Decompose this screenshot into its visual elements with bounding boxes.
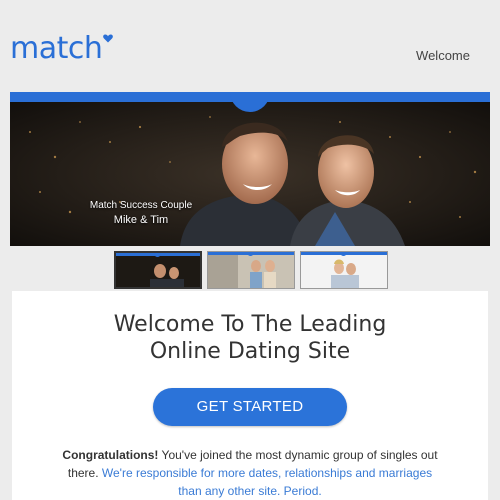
welcome-card: Welcome To The Leading Online Dating Sit…	[12, 291, 488, 500]
caption-names: Mike & Tim	[113, 214, 169, 226]
match-logo[interactable]: match	[10, 31, 114, 66]
logo-wordmark: match	[10, 31, 103, 66]
message-highlight: We're responsible for more dates, relati…	[101, 466, 433, 498]
thumbnail-image	[301, 252, 387, 288]
title-line-2: Online Dating Site	[149, 339, 351, 364]
get-started-button[interactable]: GET STARTED	[153, 388, 347, 426]
thumbnail-image	[116, 253, 200, 287]
thumbnail-3[interactable]	[300, 251, 388, 289]
page-title: Welcome To The Leading Online Dating Sit…	[12, 311, 488, 365]
congratulations-text: Congratulations!	[62, 448, 159, 462]
banner-thumbnails	[0, 251, 500, 289]
welcome-message: Congratulations! You've joined the most …	[60, 446, 440, 500]
heart-icon	[103, 34, 114, 43]
banner-caption: Match Success Couple Mike & Tim	[56, 200, 226, 227]
thumbnail-image	[208, 252, 294, 288]
welcome-link[interactable]: Welcome	[416, 48, 470, 63]
title-line-1: Welcome To The Leading	[113, 312, 387, 337]
site-header: match Welcome	[0, 0, 500, 92]
thumbnail-2[interactable]	[207, 251, 295, 289]
caption-subtitle: Match Success Couple	[89, 200, 193, 211]
thumbnail-1[interactable]	[114, 251, 202, 289]
